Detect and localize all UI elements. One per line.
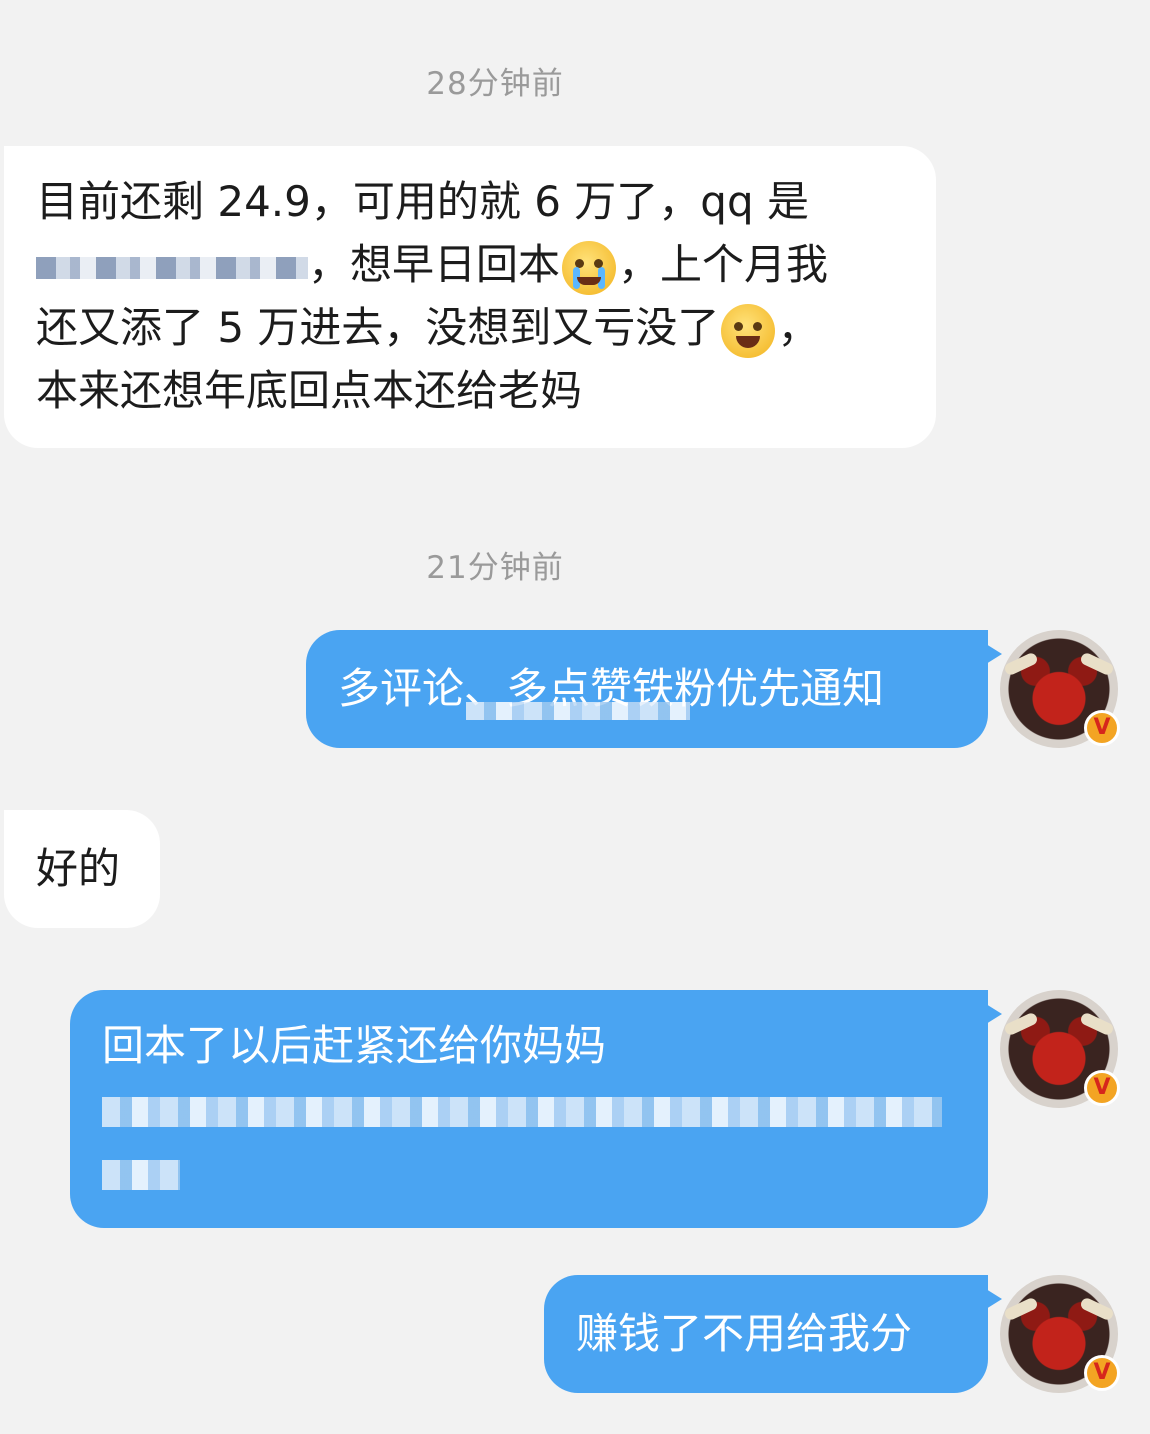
incoming-message-bubble[interactable]: 目前还剩 24.9，可用的就 6 万了，qq 是 ，想早日回本 ，上个月我 还又添… [4,146,936,448]
message-text: 赚钱了不用给我分 [576,1309,913,1358]
user-avatar[interactable]: V [1000,630,1120,748]
incoming-message-bubble[interactable]: 好的 [4,810,160,928]
redacted-text [466,702,690,720]
message-text: 好的 [36,844,121,893]
message-text-line [102,1077,956,1140]
crying-face-icon [562,240,617,295]
verified-badge-icon: V [1084,1070,1120,1106]
outgoing-message-bubble[interactable]: 回本了以后赶紧还给你妈妈 [70,990,1002,1228]
timestamp: 28分钟前 [426,66,564,102]
message-text-line: ，想早日回本 ，上个月我 [36,233,904,296]
laughing-face-icon [721,303,776,358]
message-text-line [102,1140,956,1203]
message-text-line: 回本了以后赶紧还给你妈妈 [102,1021,607,1070]
message-text-line: 还又添了 5 万进去，没想到又亏没了， [36,296,904,359]
message-text-line: 目前还剩 24.9，可用的就 6 万了，qq 是 [36,177,809,226]
redacted-text [102,1096,942,1127]
timestamp: 21分钟前 [426,550,564,586]
user-avatar[interactable]: V [1000,990,1120,1108]
verified-badge-icon: V [1084,1355,1120,1391]
user-avatar[interactable]: V [1000,1275,1120,1393]
outgoing-message-bubble[interactable]: 赚钱了不用给我分 [544,1275,1002,1393]
redacted-text [36,256,308,279]
redacted-text [102,1159,180,1190]
message-text-line: 本来还想年底回点本还给老妈 [36,366,583,415]
verified-badge-icon: V [1084,710,1120,746]
outgoing-message-bubble[interactable]: 多评论、多点赞铁粉优先通知 [306,630,1002,748]
